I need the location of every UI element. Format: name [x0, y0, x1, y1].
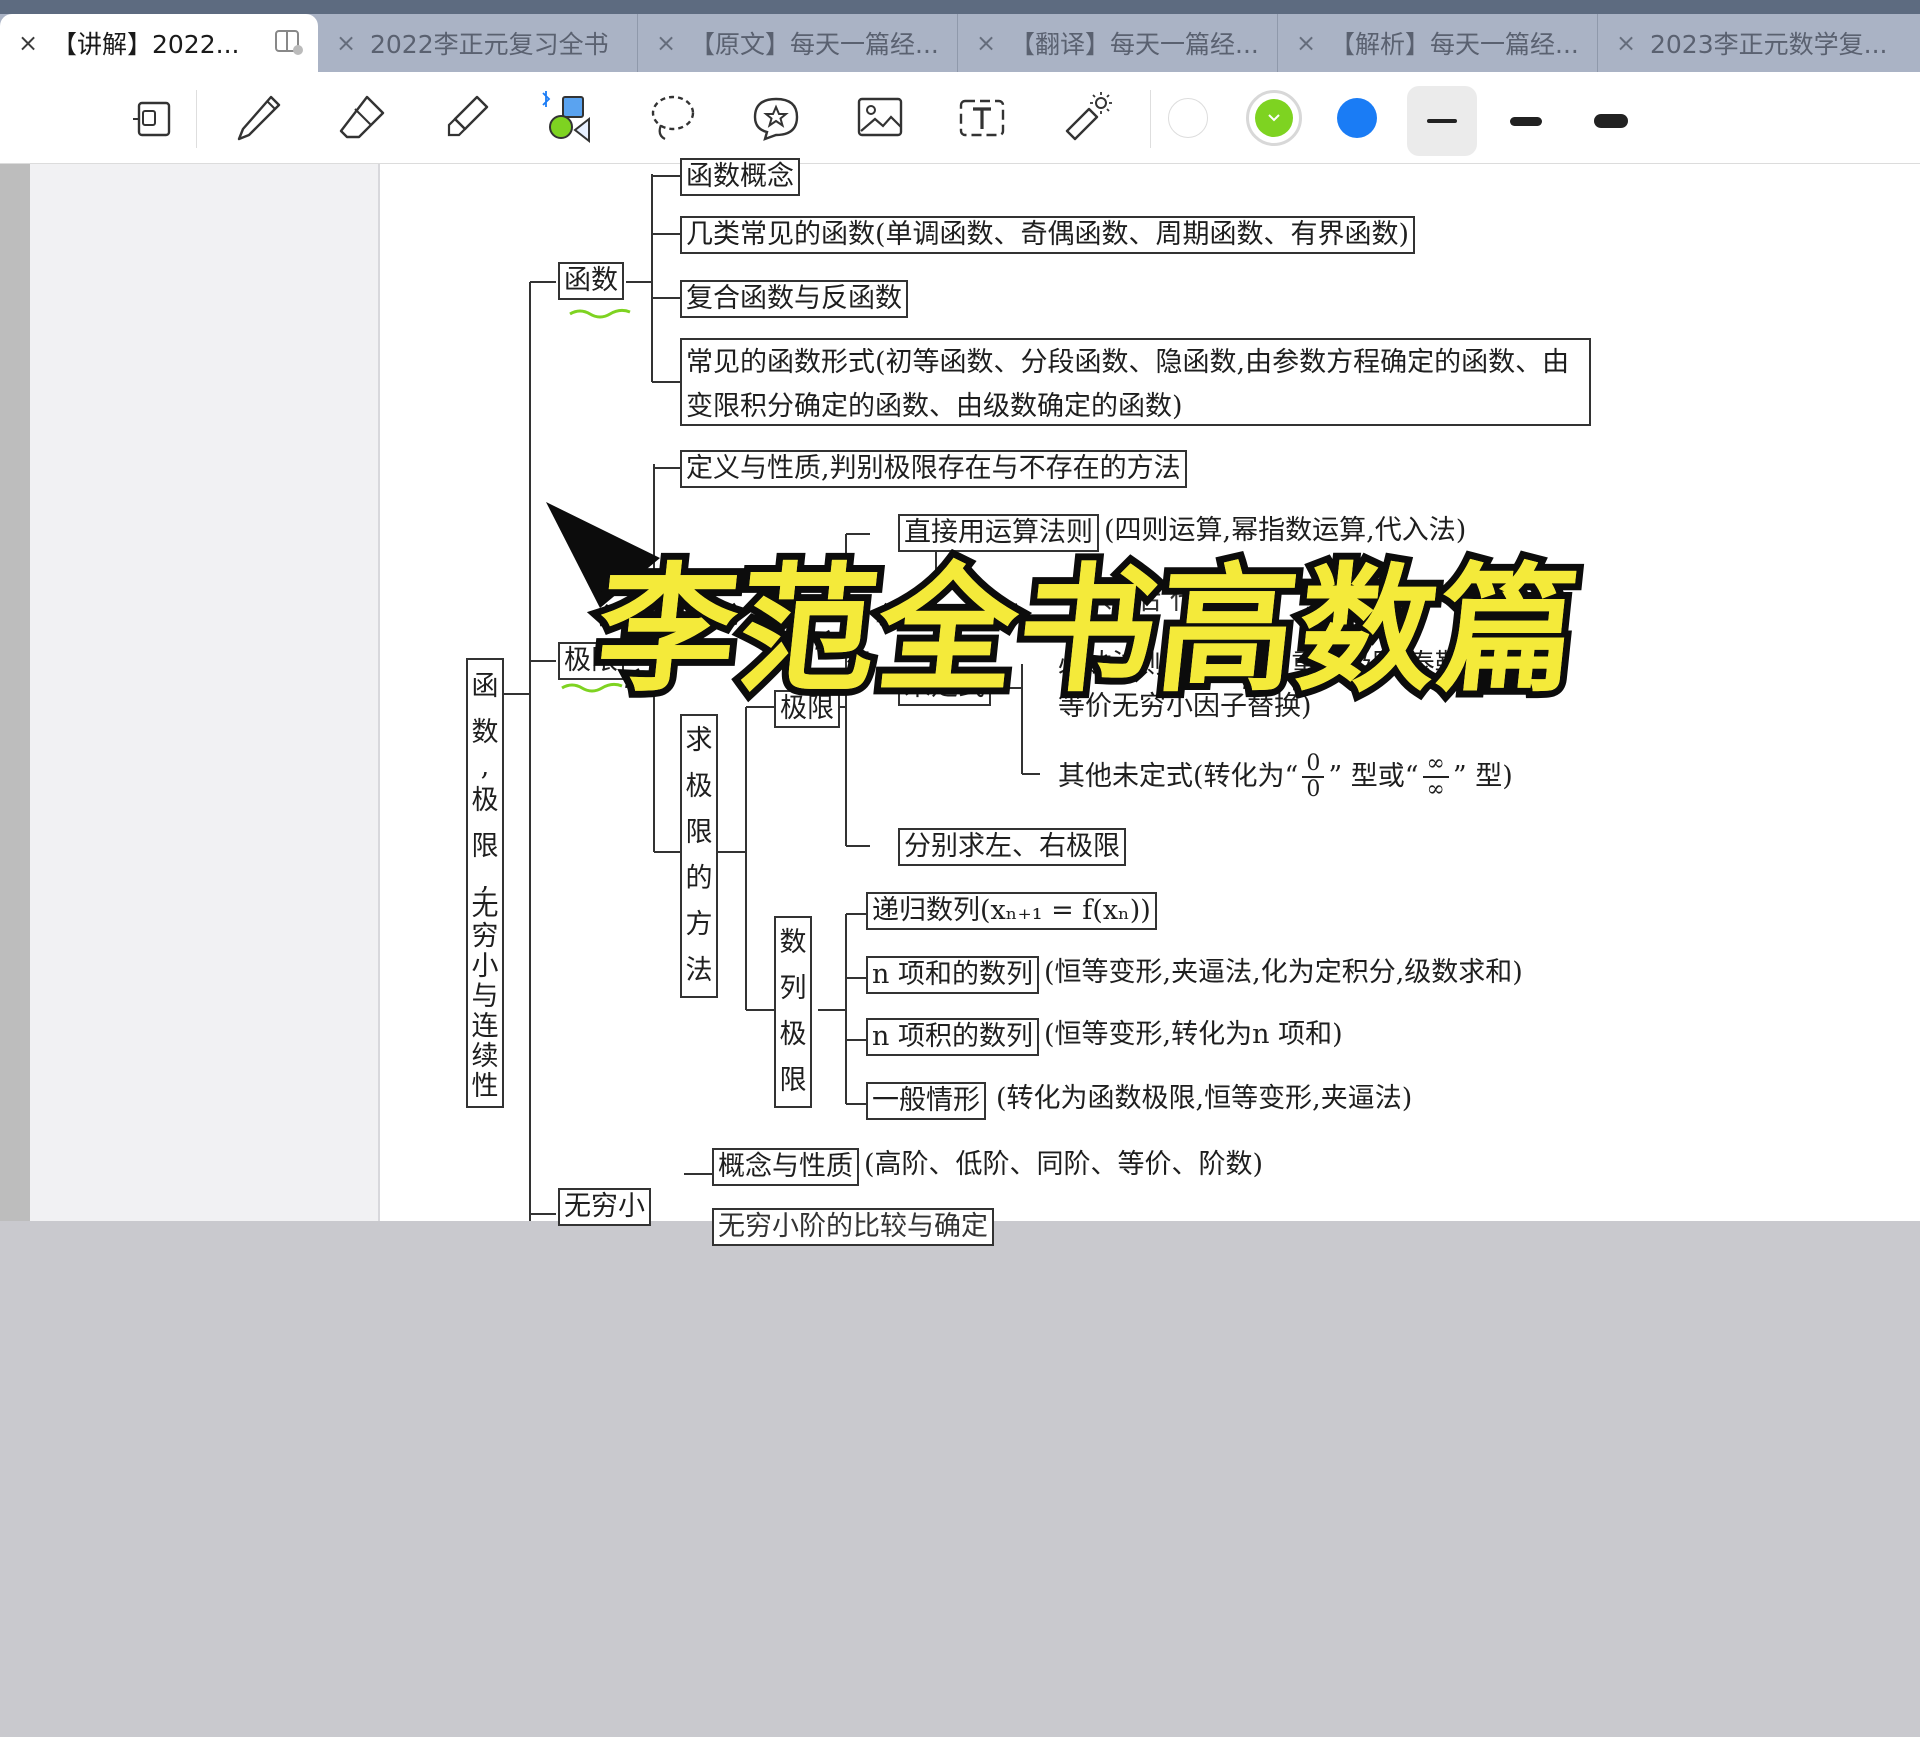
- close-tab-icon[interactable]: ×: [18, 29, 52, 57]
- tab-title: 【翻译】每天一篇经...: [1010, 30, 1259, 59]
- close-tab-icon[interactable]: ×: [976, 29, 1010, 57]
- tab-title: 【解析】每天一篇经...: [1330, 30, 1579, 59]
- color-green-swatch-selected[interactable]: [1246, 90, 1302, 146]
- eraser-icon: [339, 95, 385, 139]
- laser-pointer-icon: [1065, 92, 1112, 141]
- tab-title: 2022李正元复习全书: [370, 30, 609, 59]
- tab-translation[interactable]: × 【翻译】每天一篇经...: [958, 14, 1278, 72]
- text-tool-button[interactable]: [952, 88, 1012, 148]
- thick-stroke-icon: [1594, 114, 1628, 128]
- medium-stroke-icon: [1510, 116, 1542, 126]
- text-icon: [959, 99, 1005, 137]
- tab-bar: × 【讲解】2022... × 2022李正元复习全书 × 【原文】每天一篇经.…: [0, 14, 1920, 72]
- video-title-overlay: 李范全书高数篇 李范全书高数篇: [546, 502, 1660, 718]
- tab-title: 2023李正元数学复...: [1650, 30, 1888, 59]
- image-icon: [857, 97, 903, 137]
- overlay-title-fill: 李范全书高数篇: [590, 548, 1588, 711]
- image-tool-button[interactable]: [850, 88, 910, 148]
- shapes-tool-button[interactable]: [538, 88, 598, 148]
- close-tab-icon[interactable]: ×: [656, 29, 690, 57]
- tab-title: 【讲解】2022...: [52, 30, 240, 59]
- tab-original-text[interactable]: × 【原文】每天一篇经...: [638, 14, 958, 72]
- color-white-swatch[interactable]: [1168, 98, 1208, 138]
- close-tab-icon[interactable]: ×: [336, 29, 370, 57]
- lasso-icon: [651, 95, 695, 140]
- page-margin-area: [30, 164, 380, 1221]
- pen-icon: [237, 95, 281, 141]
- pen-tool-button[interactable]: [228, 88, 288, 148]
- lasso-tool-button[interactable]: [642, 88, 702, 148]
- split-view-icon[interactable]: [274, 28, 304, 56]
- highlighter-tool-button[interactable]: [436, 88, 496, 148]
- tab-analysis[interactable]: × 【解析】每天一篇经...: [1278, 14, 1598, 72]
- annotation-toolbar: [0, 72, 1920, 164]
- sticker-tool-button[interactable]: [746, 88, 806, 148]
- tab-li-zhengyuan-2022[interactable]: × 2022李正元复习全书: [318, 14, 638, 72]
- tab-li-zhengyuan-2023[interactable]: × 2023李正元数学复...: [1598, 14, 1920, 72]
- tab-lecture-2022[interactable]: × 【讲解】2022...: [0, 14, 318, 72]
- color-blue-swatch[interactable]: [1337, 98, 1377, 138]
- eraser-tool-button[interactable]: [332, 88, 392, 148]
- chevron-down-icon: [1268, 114, 1280, 122]
- shapes-icon: [542, 91, 590, 144]
- laser-pointer-button[interactable]: [1056, 88, 1116, 148]
- thin-stroke-icon: [1427, 119, 1457, 123]
- sidebar-edge: [0, 164, 30, 1221]
- page-view-icon: [133, 101, 171, 137]
- close-tab-icon[interactable]: ×: [1296, 29, 1330, 57]
- close-tab-icon[interactable]: ×: [1616, 29, 1650, 57]
- page-view-button[interactable]: [124, 88, 184, 148]
- thickness-medium-button[interactable]: [1491, 86, 1561, 156]
- tab-title: 【原文】每天一篇经...: [690, 30, 939, 59]
- highlighter-icon: [447, 95, 489, 137]
- sticker-icon: [753, 97, 799, 141]
- thickness-thin-button[interactable]: [1407, 86, 1477, 156]
- thickness-thick-button[interactable]: [1576, 86, 1646, 156]
- window-top-strip: [0, 0, 1920, 14]
- toolbar-divider: [1150, 90, 1151, 148]
- toolbar-divider: [196, 90, 197, 148]
